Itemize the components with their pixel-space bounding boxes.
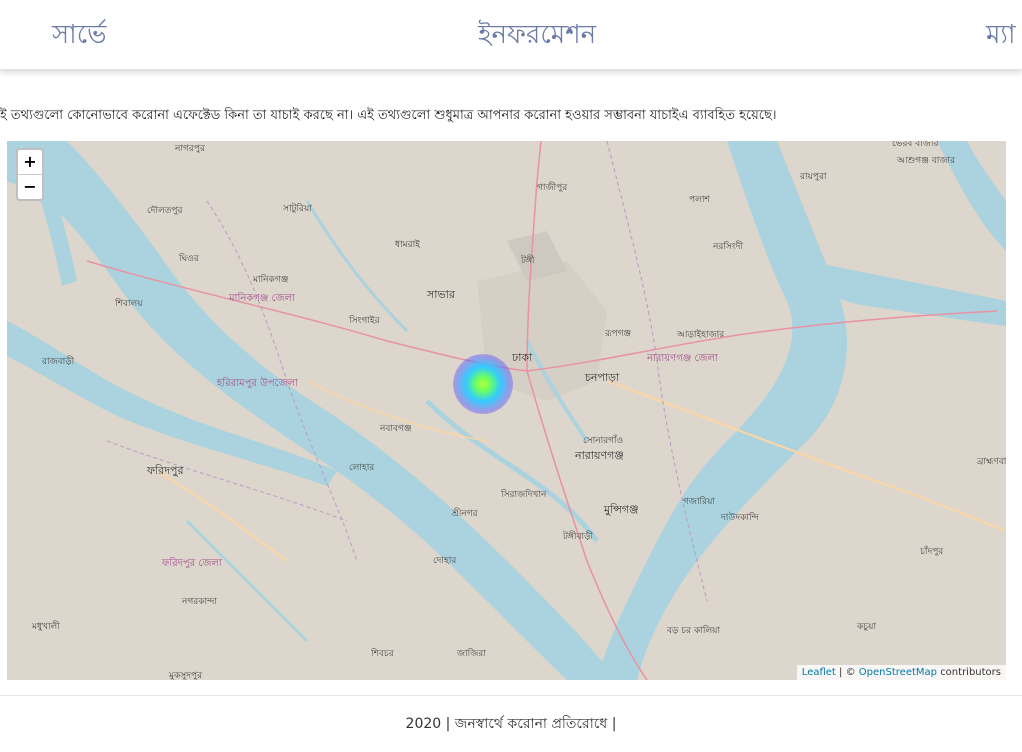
label-faridpur: ফরিদপুর [146, 464, 184, 477]
label-daulatpur: দৌলতপুর [147, 205, 184, 216]
attribution-suffix: contributors [940, 667, 1001, 678]
label-dohar: দোহার [433, 556, 457, 566]
label-chandpur: চাঁদপুর [919, 545, 944, 557]
label-faridpur-district: ফরিদপুর জেলা [161, 557, 223, 569]
disclaimer-text: ই তথ্যগুলো কোনোভাবে করোনা এফেক্টেড কিনা … [0, 108, 777, 123]
label-narsingdi: নরসিংদী [712, 240, 743, 252]
label-chanpara: চনপাড়া [584, 371, 620, 384]
label-ashuganj: আশুগঞ্জ বাজার [896, 156, 956, 166]
top-navbar: সার্ভে ইনফরমেশন ম্যা [0, 0, 1022, 70]
label-gazipur: গাজীপুর [537, 181, 568, 193]
label-ghior: ঘিওর [178, 253, 200, 264]
label-bhairab: ভৈরব বাজার [892, 141, 939, 149]
map-container[interactable]: + − ঢাকা সাভার ধামরাই টঙ্গী গাজীপুর নারা… [7, 141, 1006, 680]
label-manikganj: মানিকগঞ্জ [252, 274, 288, 285]
label-narayanganj: নারায়ণগঞ্জ [574, 449, 624, 462]
label-shibalaya: শিবালয় [114, 298, 143, 309]
label-gazaria: গজারিয়া [683, 496, 715, 507]
label-singair: সিংগাইর [348, 315, 381, 326]
label-nawabganj: নবাবগঞ্জ [379, 424, 412, 434]
label-palash: পলাশ [689, 195, 710, 205]
map-tiles: ঢাকা সাভার ধামরাই টঙ্গী গাজীপুর নারায়ণগ… [7, 141, 1006, 680]
label-manikganj-district: মানিকগঞ্জ জেলা [228, 292, 296, 304]
map-attribution: Leaflet | © OpenStreetMap contributors [796, 665, 1006, 680]
attribution-separator: | © [839, 667, 856, 678]
label-mukshudpur: মুকসুদপুর [168, 671, 203, 680]
zoom-out-button[interactable]: − [18, 174, 42, 199]
leaflet-link[interactable]: Leaflet [802, 667, 836, 678]
label-savar: সাভার [426, 288, 456, 301]
label-rajbari: রাজবাড়ী [41, 355, 75, 367]
label-tongibari: টঙ্গীবাড়ী [562, 530, 593, 542]
label-madhukhali: মধুখালী [31, 620, 60, 632]
label-tongi: টঙ্গী [520, 254, 535, 266]
label-nagarkanda: নগরকান্দা [181, 597, 217, 607]
heatmap-point [453, 354, 513, 414]
label-sirajdikhan: সিরাজদিখান [500, 489, 547, 500]
label-saturia: সাটুরিয়া [282, 202, 312, 214]
nav-link-information[interactable]: ইনফরমেশন [478, 14, 596, 58]
label-rupganj: রূপগঞ্জ [604, 329, 631, 339]
label-sreenagar: শ্রীনগর [451, 507, 479, 519]
zoom-control: + − [16, 148, 44, 201]
label-harirampur: হরিরামপুর উপজেলা [216, 376, 299, 389]
label-narayanganj-district: নারায়ণগঞ্জ জেলা [646, 353, 719, 364]
label-munshiganj: মুন্সিগঞ্জ [603, 503, 639, 516]
label-araihazar: আড়াইহাজার [676, 329, 725, 340]
label-nagarpur: নাগরপুর [174, 144, 206, 154]
label-jajira: জাজিরা [456, 648, 486, 659]
label-lohar: লোহার [349, 463, 375, 473]
label-dhamrai: ধামরাই [395, 239, 420, 250]
openstreetmap-link[interactable]: OpenStreetMap [859, 667, 937, 678]
label-sonargaon: সোনারগাঁও [583, 434, 623, 446]
label-brahmanbaria: ব্রাহ্মণবাড়িয়া [976, 456, 1006, 467]
label-barakalia: বড় চর কালিয়া [666, 625, 720, 636]
label-dhaka: ঢাকা [511, 351, 533, 364]
footer-text: 2020 | জনস্বার্থে করোনা প্রতিরোধে | [405, 716, 617, 732]
label-shibchar: শিবচর [370, 648, 395, 659]
footer-divider [0, 695, 1022, 696]
zoom-in-button[interactable]: + [18, 150, 42, 174]
nav-link-map[interactable]: ম্যা [986, 14, 1016, 58]
nav-link-survey[interactable]: সার্ভে [52, 14, 107, 58]
label-daudkandi: দাউদকান্দি [720, 511, 760, 523]
label-raipura: রায়পুরা [799, 172, 827, 182]
label-kachua: কচুয়া [856, 622, 876, 632]
